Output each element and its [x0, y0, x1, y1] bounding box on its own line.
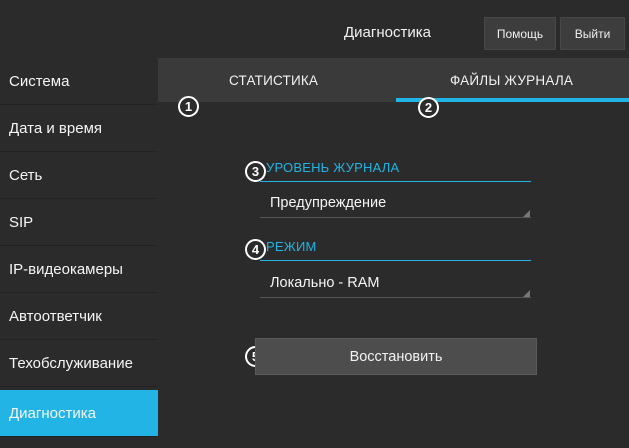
mode-value: Локально - RAM [270, 275, 380, 291]
sidebar-item-date-time[interactable]: Дата и время [0, 105, 158, 152]
log-level-divider [260, 181, 531, 182]
tab-bar: СТАТИСТИКА ФАЙЛЫ ЖУРНАЛА [158, 58, 629, 102]
sidebar: Система Дата и время Сеть SIP IP-видеока… [0, 58, 158, 448]
log-level-underline [260, 217, 531, 218]
log-level-select[interactable]: Предупреждение [260, 188, 531, 218]
callout-1: 1 [178, 96, 199, 117]
sidebar-item-diagnostics[interactable]: Диагностика [0, 390, 158, 437]
header-bar: Диагностика Помощь Выйти [0, 0, 629, 58]
help-button[interactable]: Помощь [484, 17, 556, 50]
sidebar-item-system[interactable]: Система [0, 58, 158, 105]
log-level-value: Предупреждение [270, 195, 387, 211]
restore-button[interactable]: Восстановить [255, 338, 537, 375]
sidebar-item-ip-cameras[interactable]: IP-видеокамеры [0, 246, 158, 293]
dropdown-corner-icon [523, 210, 530, 217]
main-content: СТАТИСТИКА ФАЙЛЫ ЖУРНАЛА 1 2 3 4 5 УРОВЕ… [158, 58, 629, 448]
mode-select[interactable]: Локально - RAM [260, 268, 531, 298]
mode-underline [260, 297, 531, 298]
sidebar-item-maintenance[interactable]: Техобслуживание [0, 340, 158, 387]
tab-statistics[interactable]: СТАТИСТИКА [229, 73, 318, 88]
callout-4: 4 [245, 239, 266, 260]
page-title: Диагностика [344, 24, 431, 41]
sidebar-item-network[interactable]: Сеть [0, 152, 158, 199]
log-level-label: УРОВЕНЬ ЖУРНАЛА [266, 160, 400, 175]
dropdown-corner-icon [523, 290, 530, 297]
sidebar-item-answering-machine[interactable]: Автоответчик [0, 293, 158, 340]
mode-divider [260, 260, 531, 261]
sidebar-item-sip[interactable]: SIP [0, 199, 158, 246]
logout-button[interactable]: Выйти [560, 17, 625, 50]
callout-2: 2 [418, 97, 439, 118]
callout-3: 3 [245, 161, 266, 182]
tab-log-files[interactable]: ФАЙЛЫ ЖУРНАЛА [450, 73, 573, 88]
mode-label: РЕЖИМ [266, 239, 317, 254]
